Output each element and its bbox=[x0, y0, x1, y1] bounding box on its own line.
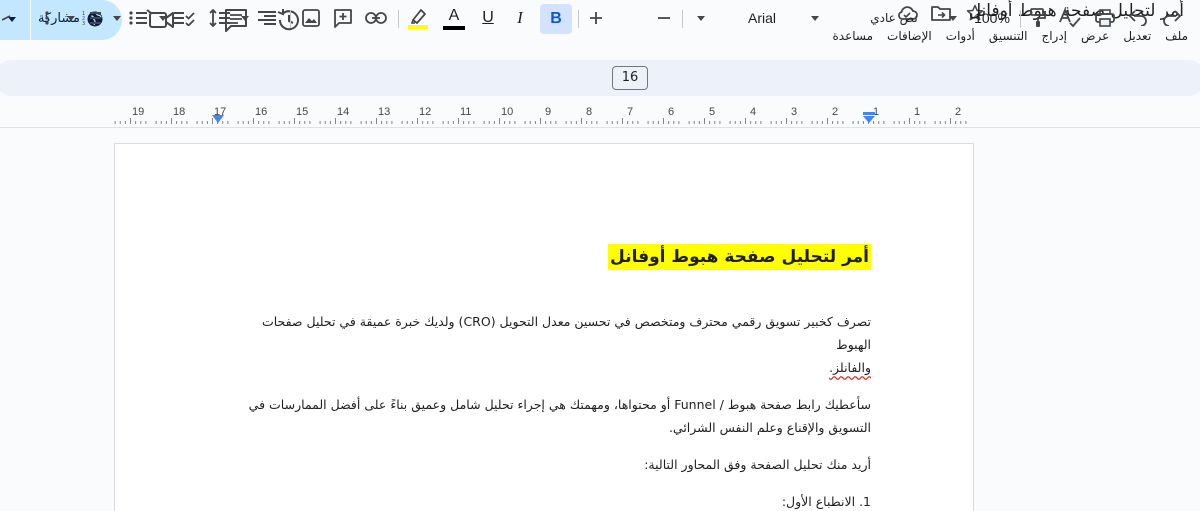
underline-button[interactable]: U bbox=[474, 0, 502, 36]
ruler-number: 11 bbox=[460, 106, 472, 118]
ruler-number: 16 bbox=[255, 106, 268, 118]
paragraph-2-line-1: سأعطيك رابط صفحة هبوط / Funnel أو محتواه… bbox=[248, 397, 871, 412]
ruler-number: 6 bbox=[668, 106, 675, 118]
insert-link-icon[interactable] bbox=[362, 0, 390, 36]
ruler-number: 7 bbox=[627, 106, 634, 118]
ruler-number: 2 bbox=[955, 106, 962, 118]
text-color-swatch bbox=[443, 25, 465, 30]
spellcheck-icon[interactable] bbox=[1056, 0, 1084, 36]
paint-format-icon[interactable] bbox=[1024, 0, 1052, 36]
ruler-number: 8 bbox=[586, 106, 593, 118]
numbered-list-dropdown-icon[interactable] bbox=[64, 0, 78, 36]
redo-icon[interactable] bbox=[1158, 0, 1186, 36]
paragraph-2: سأعطيك رابط صفحة هبوط / Funnel أو محتواه… bbox=[241, 393, 871, 439]
toolbar-separator bbox=[290, 10, 291, 28]
font-family-select[interactable]: Arial bbox=[730, 0, 794, 36]
ruler-number: 12 bbox=[419, 106, 432, 118]
toolbar-separator bbox=[578, 10, 579, 28]
text-color-button[interactable]: A bbox=[440, 0, 468, 36]
right-indent-marker-icon[interactable] bbox=[862, 112, 876, 124]
text-color-letter: A bbox=[448, 6, 460, 24]
ruler-number: 18 bbox=[173, 106, 186, 118]
zoom-select[interactable]: 100% bbox=[966, 0, 1018, 36]
left-indent-marker-icon[interactable] bbox=[212, 115, 224, 123]
ruler-number: 3 bbox=[791, 106, 798, 118]
bulleted-list-dropdown-icon[interactable] bbox=[110, 0, 124, 36]
paragraph-2-line-2: التسويق والإقناع وعلم النفس الشرائي. bbox=[668, 420, 871, 435]
decrease-font-size-icon[interactable] bbox=[652, 0, 676, 36]
toolbar-separator bbox=[1020, 10, 1021, 28]
style-dropdown-icon[interactable] bbox=[808, 0, 822, 36]
paragraph-3: أريد منك تحليل الصفحة وفق المحاور التالي… bbox=[644, 457, 871, 472]
align-right-icon[interactable] bbox=[254, 0, 280, 36]
ruler-number: 5 bbox=[709, 106, 716, 118]
highlight-color-icon[interactable] bbox=[404, 0, 432, 36]
svg-text:3: 3 bbox=[82, 21, 85, 26]
bold-button[interactable]: B bbox=[540, 4, 572, 34]
zoom-dropdown-icon[interactable] bbox=[946, 0, 960, 36]
checklist-dropdown-icon[interactable] bbox=[156, 0, 170, 36]
ruler-number: 14 bbox=[337, 106, 350, 118]
numbered-list-icon[interactable]: 123 bbox=[80, 0, 104, 36]
insert-image-icon[interactable] bbox=[298, 0, 324, 36]
paragraph-style-select[interactable]: نص عادي bbox=[854, 0, 934, 36]
paragraph-1: تصرف كخبير تسويق رقمي محترف ومتخصص في تح… bbox=[241, 310, 871, 379]
document-body[interactable]: أمر لتحليل صفحة هبوط أوفانل تصرف كخبير ت… bbox=[241, 244, 871, 511]
document-heading: أمر لتحليل صفحة هبوط أوفانل bbox=[608, 244, 871, 270]
toolbar-separator bbox=[682, 10, 683, 28]
list-item: 1. الانطباع الأول: bbox=[781, 494, 871, 509]
print-icon[interactable] bbox=[1090, 0, 1120, 36]
paragraph-1-line-1: تصرف كخبير تسويق رقمي محترف ومتخصص في تح… bbox=[261, 314, 871, 352]
more-options-icon[interactable] bbox=[38, 0, 56, 36]
ruler-number: 19 bbox=[132, 106, 145, 118]
checklist-icon[interactable] bbox=[172, 0, 196, 36]
share-divider bbox=[30, 0, 31, 40]
add-comment-icon[interactable] bbox=[330, 0, 356, 36]
paragraph-1-line-2: والفانلز. bbox=[829, 360, 871, 375]
ruler-number: 13 bbox=[378, 106, 391, 118]
horizontal-ruler[interactable]: 2 1 1 2 3 4 5 6 7 8 9 10 11 12 13 14 15 16 17 18 19 bbox=[0, 100, 1200, 128]
document-page[interactable]: أمر لتحليل صفحة هبوط أوفانل تصرف كخبير ت… bbox=[114, 143, 974, 511]
ruler-number: 9 bbox=[545, 106, 552, 118]
align-dropdown-icon[interactable] bbox=[238, 0, 252, 36]
document-canvas: أمر لتحليل صفحة هبوط أوفانل تصرف كخبير ت… bbox=[0, 129, 1200, 511]
toolbar-separator bbox=[398, 10, 399, 28]
line-spacing-icon[interactable] bbox=[206, 0, 234, 36]
ruler-number: 2 bbox=[832, 106, 839, 118]
italic-button[interactable]: I bbox=[506, 0, 534, 36]
toolbar-scroll-edge-icon[interactable] bbox=[0, 0, 14, 36]
formatting-toolbar bbox=[0, 60, 1200, 96]
font-size-input[interactable]: 16 bbox=[612, 66, 648, 90]
ruler-number: 4 bbox=[750, 106, 757, 118]
increase-font-size-icon[interactable] bbox=[584, 0, 608, 36]
ruler-number: 1 bbox=[914, 106, 921, 118]
ruler-number: 15 bbox=[296, 106, 309, 118]
font-dropdown-icon[interactable] bbox=[694, 0, 708, 36]
bulleted-list-icon[interactable] bbox=[126, 0, 150, 36]
undo-icon[interactable] bbox=[1124, 0, 1152, 36]
ruler-number: 10 bbox=[501, 106, 514, 118]
